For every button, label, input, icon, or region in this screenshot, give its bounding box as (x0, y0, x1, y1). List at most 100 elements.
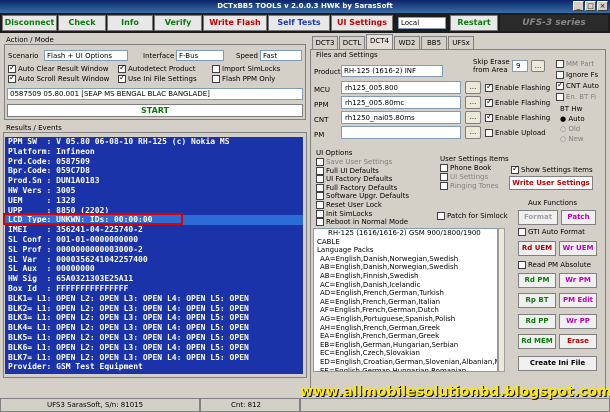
self-tests-button[interactable]: Self Tests (268, 15, 330, 31)
cnt-browse-button[interactable]: ... (465, 111, 481, 124)
ppm-field[interactable]: rh125_005.80mc (341, 96, 461, 109)
rd-pp-button[interactable]: Rd PP (518, 314, 556, 329)
checkbox-icon[interactable] (316, 209, 324, 218)
ui-option-item[interactable]: Save User Settings (316, 158, 409, 167)
checkbox-icon[interactable] (518, 261, 526, 269)
language-scrollbar[interactable] (498, 228, 505, 372)
checkbox-icon[interactable] (316, 166, 324, 175)
patch-simlock-option[interactable]: Patch for Simlock (437, 212, 508, 220)
checkbox-icon[interactable] (316, 192, 324, 201)
lang-item[interactable]: AB=English,Finnish,Swedish (317, 272, 497, 281)
ppm-enable-option[interactable]: Enable Flashing (485, 97, 550, 107)
lang-item[interactable]: AC=English,Danish,Icelandic (317, 281, 497, 290)
format-button[interactable]: Format (518, 210, 558, 225)
mcu-enable-option[interactable]: Enable Flashing (485, 82, 550, 92)
gti-option[interactable]: GTI Auto Format (518, 228, 585, 236)
ui-option-item[interactable]: Init SimLocks (316, 209, 409, 219)
cnt-enable-option[interactable]: Enable Flashing (485, 112, 550, 122)
wr-pm-button[interactable]: Wr PM (559, 273, 597, 288)
lang-item[interactable]: EB=English,German,Hungarian,Serbian (317, 341, 497, 350)
close-button[interactable]: × (597, 1, 608, 11)
results-log[interactable]: PPM SW : V 05.80 06-08-10 RH-125 (c) Nok… (5, 137, 303, 374)
checkbox-icon[interactable] (485, 129, 493, 137)
lang-item[interactable]: AG=English,Portuguese,Spanish,Polish (317, 315, 497, 324)
checkbox-icon[interactable] (485, 97, 493, 107)
local-select[interactable]: Local (398, 17, 446, 29)
checkbox-icon[interactable] (212, 65, 220, 73)
product-select[interactable]: RH-125 (1616-2) INF (341, 65, 443, 77)
checkbox-icon[interactable] (212, 75, 220, 83)
lang-item[interactable]: EA=English,French,German,Greek (317, 332, 497, 341)
speed-select[interactable]: Fast (260, 50, 302, 61)
checkbox-icon[interactable] (316, 175, 324, 184)
bt-new-radio[interactable]: ○ New (560, 135, 584, 143)
ui-option-item[interactable]: Full Factory Defaults (316, 183, 409, 193)
patch-button[interactable]: Patch (561, 210, 596, 225)
read-pm-option[interactable]: Read PM Absolute (518, 261, 591, 269)
checkbox-icon[interactable] (316, 200, 324, 209)
lang-item[interactable]: AE=English,French,German,Italian (317, 298, 497, 307)
en-bt-fi-option[interactable]: En. BT Fi (556, 93, 596, 101)
ignore-fs-option[interactable]: Ignore Fs (556, 71, 598, 79)
checkbox-icon[interactable] (316, 218, 324, 227)
autodetect-option[interactable]: Autodetect Product (118, 63, 195, 73)
checkbox-icon[interactable] (518, 228, 526, 236)
mm-part-option[interactable]: MM Part (556, 60, 594, 68)
checkbox-icon[interactable] (440, 182, 448, 190)
rd-mem-button[interactable]: Rd MEM (518, 334, 556, 349)
mcu-field[interactable]: rh125_005.800 (341, 81, 461, 94)
ringing-tones-option[interactable]: Ringing Tones (440, 182, 499, 190)
minimize-button[interactable]: _ (573, 1, 584, 11)
checkbox-icon[interactable] (556, 93, 564, 101)
wr-uem-button[interactable]: Wr UEM (559, 241, 597, 256)
checkbox-icon[interactable] (437, 212, 445, 220)
flash-ppm-option[interactable]: Flash PPM Only (212, 75, 275, 83)
checkbox-icon[interactable] (316, 158, 324, 166)
phone-book-option[interactable]: Phone Book (440, 164, 491, 172)
auto-clear-option[interactable]: Auto Clear Result Window (8, 63, 108, 73)
lang-item[interactable]: AB=English,Danish,Norwegian,Swedish (317, 263, 497, 272)
start-button[interactable]: START (7, 104, 303, 117)
checkbox-icon[interactable] (485, 112, 493, 122)
tab-dct3[interactable]: DCT3 (312, 36, 338, 49)
checkbox-icon[interactable] (118, 73, 126, 83)
wr-pp-button[interactable]: Wr PP (559, 314, 597, 329)
language-list[interactable]: RH-125 (1616/1616-2) GSM 900/1800/1900 C… (313, 228, 498, 372)
ui-option-item[interactable]: Reboot in Normal Mode (316, 218, 409, 227)
interface-select[interactable]: F-Bus (176, 50, 224, 61)
tab-wd2[interactable]: WD2 (394, 36, 420, 49)
pm-edit-button[interactable]: PM Edit (559, 293, 597, 308)
checkbox-icon[interactable] (511, 164, 519, 174)
ui-option-item[interactable]: UI Factory Defaults (316, 175, 409, 184)
tab-bb5[interactable]: BB5 (421, 36, 447, 49)
rd-uem-button[interactable]: Rd UEM (518, 241, 556, 256)
checkbox-icon[interactable] (440, 173, 448, 181)
checkbox-icon[interactable] (440, 164, 448, 172)
lang-item[interactable]: AD=English,French,German,Turkish (317, 289, 497, 298)
show-settings-option[interactable]: Show Settings Items (511, 164, 593, 174)
write-user-settings-button[interactable]: Write User Settings (509, 176, 593, 190)
restart-button[interactable]: Restart (450, 15, 498, 31)
tab-dct4[interactable]: DCT4 (366, 34, 393, 49)
ui-settings-option[interactable]: UI Settings (440, 173, 488, 181)
lang-item[interactable]: EC=English,Czech,Slovakian (317, 349, 497, 358)
erase-button[interactable]: Erase (559, 334, 597, 349)
rd-pm-button[interactable]: Rd PM (518, 273, 556, 288)
rp-bt-button[interactable]: Rp BT (518, 293, 556, 308)
ui-option-item[interactable]: Full UI Defaults (316, 166, 409, 176)
ui-option-item[interactable]: Software Upgr. Defaults (316, 192, 409, 201)
checkbox-icon[interactable] (556, 80, 564, 90)
maximize-button[interactable]: □ (585, 1, 596, 11)
tab-ufsx[interactable]: UFSx (448, 36, 474, 49)
disconnect-button[interactable]: Disconnect (2, 15, 57, 31)
checkbox-icon[interactable] (8, 63, 16, 73)
use-ini-option[interactable]: Use Ini File Settings (118, 73, 197, 83)
auto-scroll-option[interactable]: Auto Scroll Result Window (8, 73, 109, 83)
check-button[interactable]: Check (58, 15, 106, 31)
pm-browse-button[interactable]: ... (465, 126, 481, 139)
bt-auto-radio[interactable]: ● Auto (560, 115, 585, 123)
checkbox-icon[interactable] (556, 71, 564, 79)
checkbox-icon[interactable] (485, 82, 493, 92)
verify-button[interactable]: Verify (154, 15, 202, 31)
lang-item[interactable]: AA=English,Danish,Norwegian,Swedish (317, 255, 497, 264)
